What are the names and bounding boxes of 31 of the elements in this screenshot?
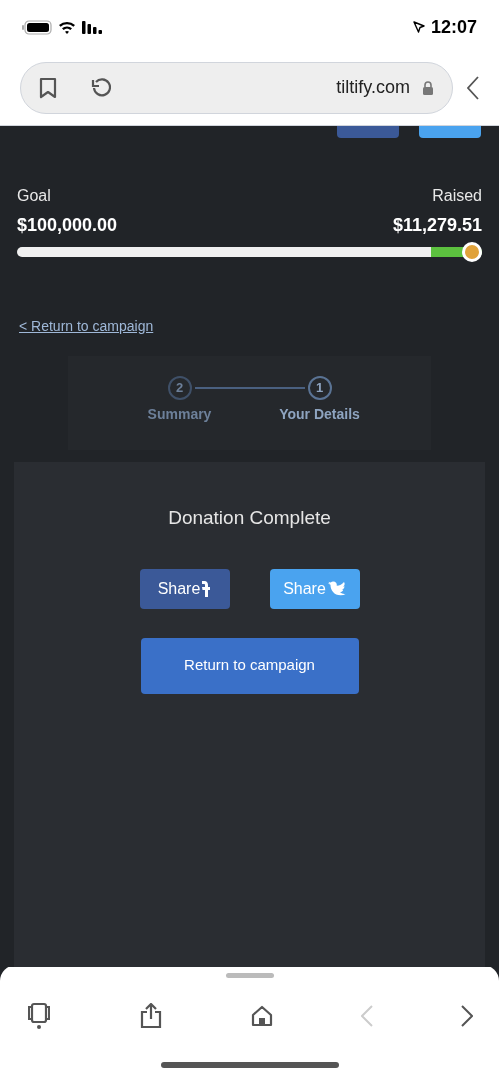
back-chevron-icon[interactable] bbox=[467, 75, 479, 100]
signal-icon bbox=[82, 20, 102, 34]
step-label[interactable]: Your Details bbox=[279, 404, 360, 425]
return-link[interactable]: < Return to campaign bbox=[19, 318, 154, 334]
address-bar[interactable]: tiltify.com bbox=[20, 61, 453, 114]
reload-icon[interactable] bbox=[91, 77, 111, 98]
home-icon[interactable] bbox=[250, 1005, 273, 1027]
wifi-icon bbox=[58, 20, 76, 34]
share-button[interactable]: Share bbox=[139, 568, 230, 609]
battery-icon bbox=[22, 19, 52, 35]
progress-knob bbox=[462, 242, 482, 262]
forward-chevron-icon[interactable] bbox=[461, 1005, 473, 1027]
bird-icon bbox=[327, 580, 346, 597]
goal-label: Goal bbox=[17, 186, 51, 206]
raised-amount: $11,279.51 bbox=[392, 214, 482, 237]
step-number: 1 bbox=[307, 376, 332, 400]
share-icon[interactable] bbox=[140, 1003, 163, 1029]
url-text[interactable]: tiltify.com bbox=[336, 74, 410, 101]
goal-amount: $100,000.00 bbox=[17, 214, 118, 237]
f-icon bbox=[202, 580, 212, 597]
step-number: 2 bbox=[167, 376, 192, 400]
donation-title: Donation Complete bbox=[168, 506, 331, 530]
step-label[interactable]: Summary bbox=[147, 404, 212, 425]
clock-time: 12:07 bbox=[430, 15, 477, 39]
return-button[interactable]: Return to campaign bbox=[140, 637, 359, 694]
bookmark-icon[interactable] bbox=[39, 76, 57, 99]
lock-icon bbox=[422, 80, 434, 95]
raised-label: Raised bbox=[432, 186, 482, 206]
back-chevron-icon bbox=[360, 1005, 373, 1027]
location-arrow-icon bbox=[412, 21, 425, 33]
tabs-icon[interactable] bbox=[26, 1002, 52, 1030]
